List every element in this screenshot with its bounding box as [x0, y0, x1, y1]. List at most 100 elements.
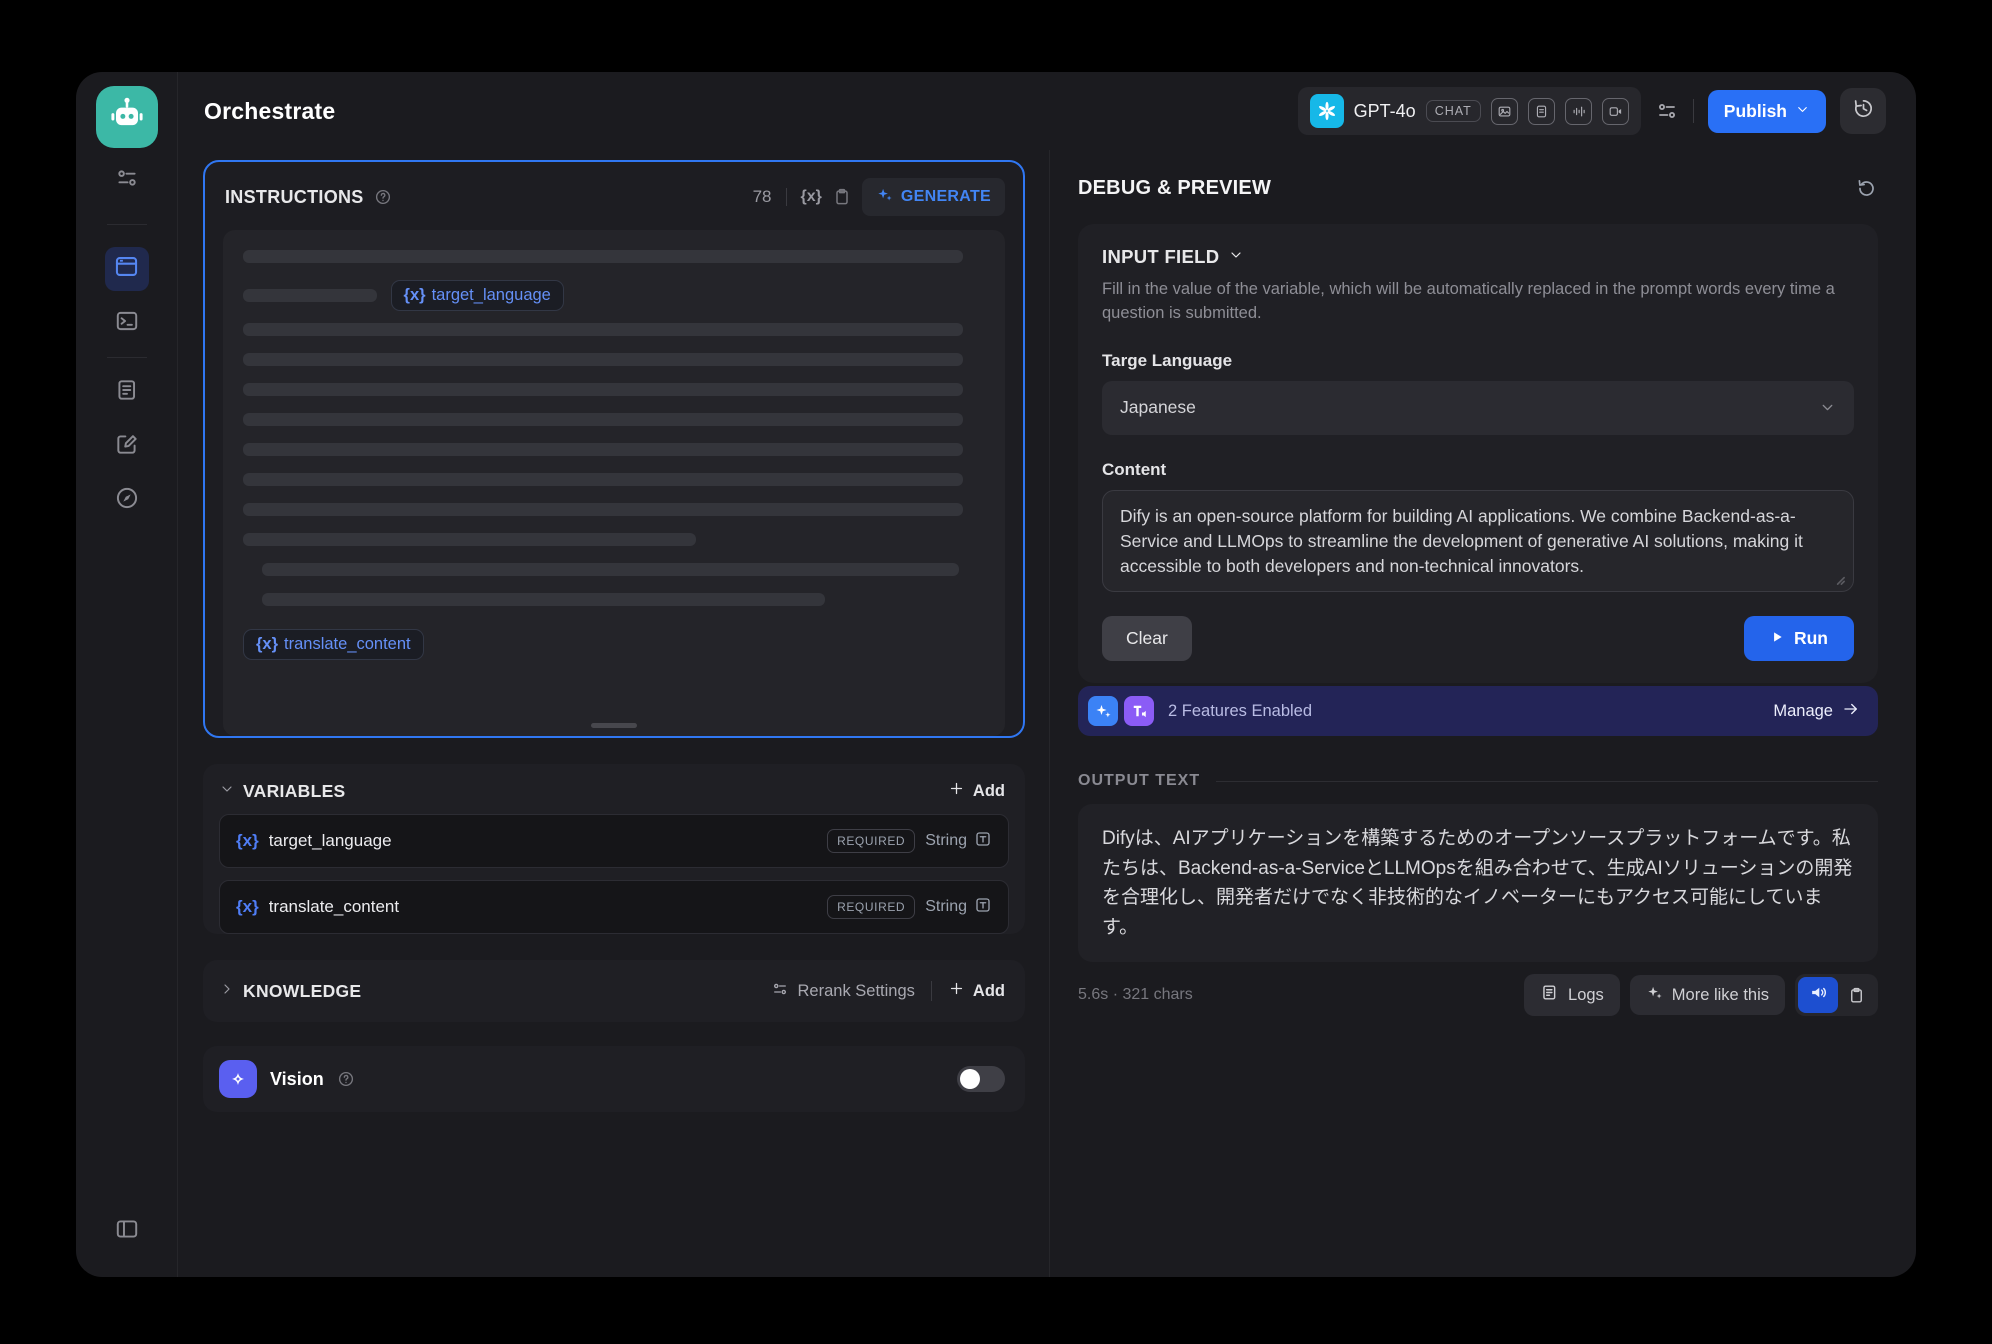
help-icon[interactable]	[337, 1070, 355, 1088]
string-type-icon	[974, 896, 992, 919]
sidebar-item-settings[interactable]	[105, 158, 149, 202]
model-config-button[interactable]	[1655, 99, 1679, 123]
document-list-icon	[114, 377, 140, 408]
insert-variable-button[interactable]: {x}	[801, 188, 822, 206]
model-selector[interactable]: GPT-4o CHAT	[1298, 87, 1641, 135]
vision-panel: Vision	[203, 1046, 1025, 1112]
publish-button[interactable]: Publish	[1708, 90, 1826, 133]
debug-header: DEBUG & PREVIEW	[1078, 177, 1878, 200]
chevron-down-icon[interactable]	[219, 781, 235, 802]
chevron-down-icon	[1819, 399, 1836, 416]
sparkle-icon	[1646, 984, 1663, 1006]
refresh-icon[interactable]	[1855, 177, 1878, 200]
plus-icon	[948, 780, 965, 802]
vision-label: Vision	[270, 1069, 324, 1090]
audio-copy-group	[1795, 974, 1878, 1016]
output-header: OUTPUT TEXT	[1078, 772, 1878, 790]
content-textarea[interactable]: Dify is an open-source platform for buil…	[1102, 490, 1854, 593]
variables-header: VARIABLES Add	[203, 764, 1025, 814]
toggle-knob	[960, 1069, 980, 1089]
skeleton-line	[262, 563, 959, 576]
variable-chip-label: translate_content	[284, 635, 411, 654]
sliders-icon	[771, 980, 789, 1003]
target-language-select[interactable]: Japanese	[1102, 381, 1854, 435]
variable-chip[interactable]: {x}target_language	[391, 280, 564, 311]
more-like-this-label: More like this	[1672, 986, 1769, 1005]
chevron-right-icon[interactable]	[219, 981, 235, 1002]
add-knowledge-button[interactable]: Add	[948, 980, 1005, 1002]
arrow-right-icon	[1842, 700, 1860, 723]
skeleton-line	[243, 473, 963, 486]
input-field-card: INPUT FIELD Fill in the value of the var…	[1078, 224, 1878, 683]
skeleton-line	[243, 533, 696, 546]
manage-features-button[interactable]: Manage	[1773, 700, 1860, 723]
required-badge: REQUIRED	[827, 829, 915, 853]
skeleton-line	[243, 413, 963, 426]
prompt-editor[interactable]: {x}target_language {x} translate_content	[223, 230, 1005, 736]
rerank-settings-button[interactable]: Rerank Settings	[771, 980, 915, 1003]
add-variable-button[interactable]: Add	[948, 780, 1005, 802]
resize-grip-icon[interactable]	[1833, 573, 1846, 586]
run-button[interactable]: Run	[1744, 616, 1854, 661]
page-title: Orchestrate	[204, 98, 335, 125]
input-field-title: INPUT FIELD	[1102, 246, 1219, 268]
type-label: String	[925, 832, 967, 850]
app-logo[interactable]	[96, 86, 158, 148]
sidebar-item-annotation[interactable]	[105, 424, 149, 468]
input-field-header[interactable]: INPUT FIELD	[1102, 246, 1854, 268]
clear-button[interactable]: Clear	[1102, 616, 1192, 661]
features-bar[interactable]: 2 Features Enabled Manage	[1078, 686, 1878, 736]
sidebar-item-monitoring[interactable]	[105, 478, 149, 522]
publish-label: Publish	[1724, 101, 1787, 122]
variable-row[interactable]: {x} target_language REQUIRED String	[219, 814, 1009, 868]
sidebar-item-orchestrate[interactable]	[105, 247, 149, 291]
skeleton-line	[243, 383, 963, 396]
variable-name: translate_content	[269, 897, 399, 917]
skeleton-line	[262, 593, 826, 606]
instructions-title: INSTRUCTIONS	[225, 187, 364, 208]
history-icon	[1852, 97, 1875, 125]
logs-button[interactable]: Logs	[1524, 974, 1620, 1016]
selected-value: Japanese	[1120, 397, 1196, 418]
help-icon[interactable]	[374, 188, 392, 206]
variable-name: target_language	[269, 831, 392, 851]
collapse-sidebar-button[interactable]	[105, 1209, 149, 1253]
resize-handle[interactable]	[591, 723, 637, 728]
vision-toggle[interactable]	[957, 1066, 1005, 1092]
output-footer: 5.6s · 321 chars Logs	[1078, 974, 1878, 1016]
add-label: Add	[973, 982, 1005, 1001]
copy-prompt-button[interactable]	[832, 187, 852, 207]
more-like-this-button[interactable]: More like this	[1630, 975, 1785, 1015]
audio-capability-icon	[1565, 98, 1592, 125]
sidebar-item-logs[interactable]	[105, 370, 149, 414]
sidebar-item-terminal[interactable]	[105, 301, 149, 345]
knowledge-actions: Rerank Settings Add	[771, 980, 1005, 1003]
variables-panel: VARIABLES Add {x} target_language REQUIR…	[203, 764, 1025, 934]
copy-output-button[interactable]	[1838, 986, 1875, 1005]
variables-title: VARIABLES	[243, 781, 346, 802]
manage-label: Manage	[1773, 702, 1833, 721]
text-to-speech-feature-icon	[1124, 696, 1154, 726]
history-button[interactable]	[1840, 88, 1886, 134]
required-badge: REQUIRED	[827, 895, 915, 919]
top-bar: Orchestrate GPT-4o	[178, 72, 1916, 150]
play-audio-button[interactable]	[1798, 977, 1838, 1013]
variable-row[interactable]: {x} translate_content REQUIRED String	[219, 880, 1009, 934]
generate-button[interactable]: GENERATE	[862, 178, 1005, 216]
variable-token: {x}	[236, 897, 259, 917]
skeleton-line	[243, 353, 963, 366]
variable-chip[interactable]: {x} translate_content	[243, 629, 424, 660]
sidebar-divider	[107, 224, 147, 225]
variable-token: {x}	[256, 635, 278, 654]
generate-label: GENERATE	[901, 188, 991, 206]
top-bar-actions: GPT-4o CHAT	[1298, 87, 1886, 135]
output-title: OUTPUT TEXT	[1078, 772, 1200, 790]
skeleton-line	[243, 250, 963, 263]
knowledge-title: KNOWLEDGE	[243, 981, 361, 1002]
openai-logo	[1310, 94, 1344, 128]
terminal-icon	[114, 308, 140, 339]
vision-capability-icon	[1491, 98, 1518, 125]
robot-icon	[105, 93, 149, 142]
header-divider	[1693, 99, 1694, 123]
content-area: INSTRUCTIONS 78 {x}	[178, 150, 1916, 1277]
